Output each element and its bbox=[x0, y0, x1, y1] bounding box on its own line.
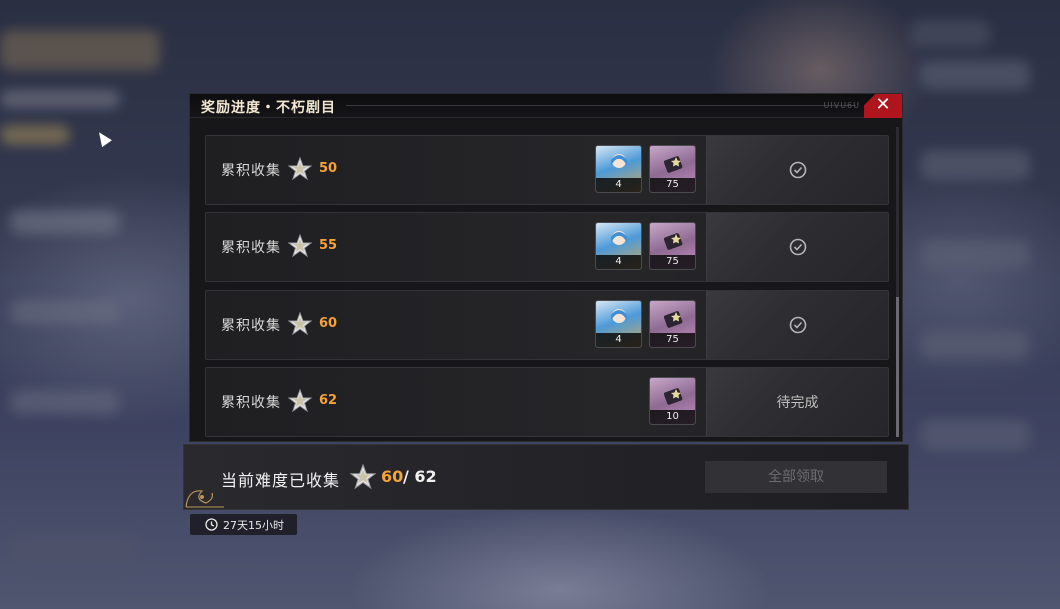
reward-item[interactable]: 75 bbox=[649, 222, 696, 270]
character-portrait-icon bbox=[611, 309, 627, 323]
claim-all-button[interactable]: 全部领取 bbox=[705, 461, 887, 493]
character-portrait-icon bbox=[611, 231, 627, 245]
close-button[interactable]: ✕ bbox=[864, 94, 902, 118]
ticket-item-icon bbox=[663, 388, 683, 405]
pending-label: 待完成 bbox=[776, 395, 819, 411]
star-icon bbox=[288, 234, 312, 258]
ticket-item-icon bbox=[663, 233, 683, 250]
reward-quantity: 4 bbox=[596, 255, 641, 269]
checkmark-icon bbox=[789, 238, 807, 256]
row-label: 累积收集 bbox=[221, 395, 281, 411]
reward-quantity: 75 bbox=[650, 333, 695, 347]
header-divider bbox=[346, 105, 856, 106]
ticket-item-icon bbox=[663, 156, 683, 173]
reward-character[interactable]: 4 bbox=[595, 222, 642, 270]
row-label: 累积收集 bbox=[221, 240, 281, 256]
reward-quantity: 75 bbox=[650, 255, 695, 269]
scrollbar-thumb[interactable] bbox=[896, 297, 899, 437]
reward-item[interactable]: 75 bbox=[649, 300, 696, 348]
scrollbar[interactable] bbox=[896, 127, 899, 437]
reward-quantity: 75 bbox=[650, 178, 695, 192]
close-icon: ✕ bbox=[875, 94, 891, 115]
reward-quantity: 4 bbox=[596, 178, 641, 192]
header-decoration: UIVU6U bbox=[823, 101, 860, 110]
ticket-item-icon bbox=[663, 311, 683, 328]
dialog-header: 奖励进度・不朽剧目 UIVU6U ✕ bbox=[190, 94, 902, 118]
row-star-count: 62 bbox=[319, 393, 338, 408]
claimed-status bbox=[706, 213, 888, 281]
reward-row: 累积收集 55 4 75 bbox=[205, 212, 889, 282]
reward-row: 累积收集 50 4 75 bbox=[205, 135, 889, 205]
checkmark-icon bbox=[789, 161, 807, 179]
row-star-count: 60 bbox=[319, 316, 338, 331]
clock-icon bbox=[205, 518, 218, 531]
star-icon bbox=[288, 389, 312, 413]
collection-footer: 当前难度已收集 60 / 62 全部领取 bbox=[183, 444, 909, 510]
reward-item[interactable]: 75 bbox=[649, 145, 696, 193]
reward-progress-dialog: 奖励进度・不朽剧目 UIVU6U ✕ 累积收集 50 4 75 累积收集 55 … bbox=[189, 93, 903, 442]
pending-status: 待完成 bbox=[706, 368, 888, 436]
dialog-title: 奖励进度・不朽剧目 bbox=[201, 100, 336, 116]
star-icon bbox=[288, 157, 312, 181]
row-label: 累积收集 bbox=[221, 318, 281, 334]
collected-label: 当前难度已收集 bbox=[221, 471, 341, 490]
star-icon bbox=[288, 312, 312, 336]
checkmark-icon bbox=[789, 316, 807, 334]
timer-text: 27天15小时 bbox=[223, 519, 284, 532]
collected-current: 60 bbox=[381, 467, 404, 486]
reward-quantity: 4 bbox=[596, 333, 641, 347]
reward-character[interactable]: 4 bbox=[595, 145, 642, 193]
claimed-status bbox=[706, 291, 888, 359]
reward-row: 累积收集 62 10 待完成 bbox=[205, 367, 889, 437]
row-star-count: 55 bbox=[319, 238, 338, 253]
reward-character[interactable]: 4 bbox=[595, 300, 642, 348]
reward-quantity: 10 bbox=[650, 410, 695, 424]
star-icon bbox=[350, 464, 376, 490]
row-star-count: 50 bbox=[319, 161, 338, 176]
row-label: 累积收集 bbox=[221, 163, 281, 179]
character-portrait-icon bbox=[611, 154, 627, 168]
reward-row: 累积收集 60 4 75 bbox=[205, 290, 889, 360]
event-timer: 27天15小时 bbox=[190, 514, 297, 535]
claimed-status bbox=[706, 136, 888, 204]
collected-total: / 62 bbox=[403, 467, 437, 486]
reward-item[interactable]: 10 bbox=[649, 377, 696, 425]
